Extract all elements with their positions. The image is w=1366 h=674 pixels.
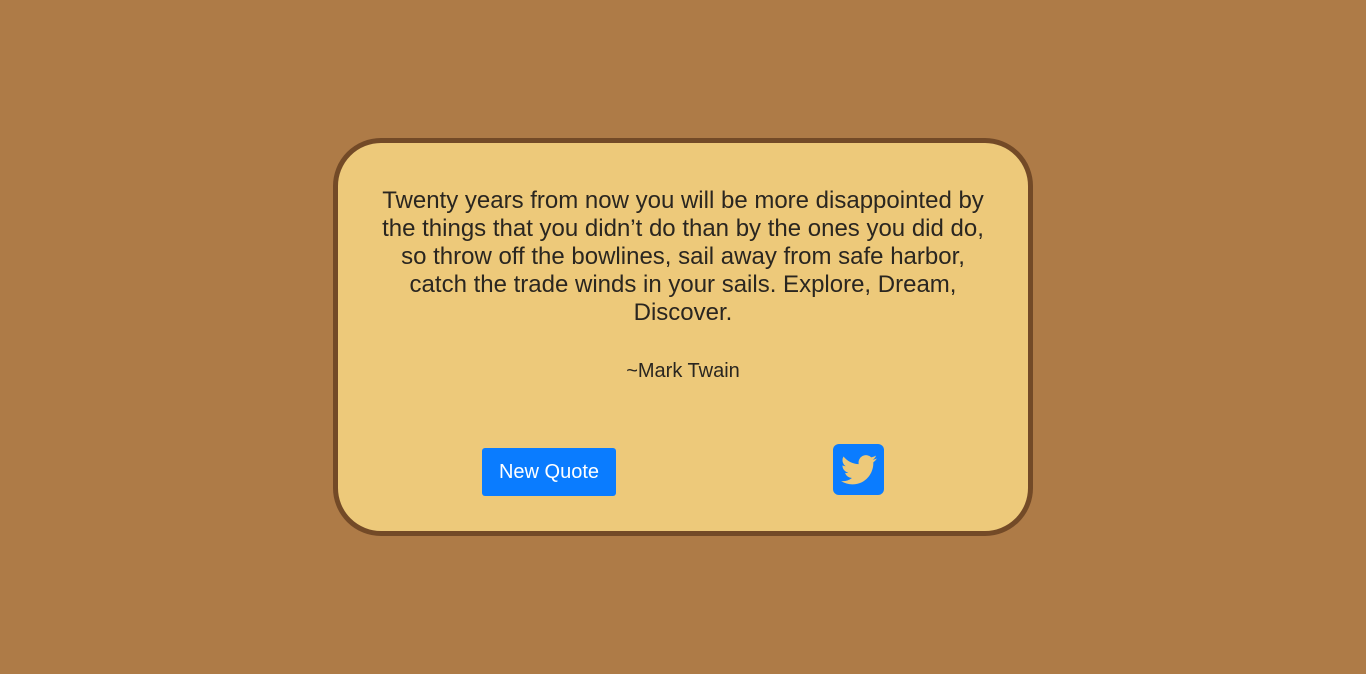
quote-text: Twenty years from now you will be more d… [382, 187, 984, 326]
quote-author: ~Mark Twain [626, 360, 740, 382]
tweet-quote-button[interactable] [833, 444, 884, 495]
new-quote-button[interactable]: New Quote [482, 448, 616, 496]
twitter-bird-icon [840, 454, 877, 485]
quote-box: Twenty years from now you will be more d… [333, 138, 1033, 536]
